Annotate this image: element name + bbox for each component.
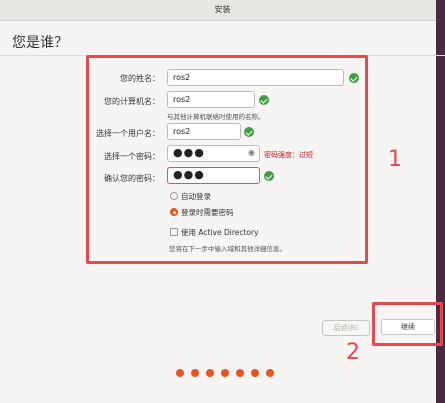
annotation-box-1 xyxy=(86,55,368,264)
window-title: 安装 xyxy=(214,5,231,14)
progress-dot xyxy=(266,369,274,377)
back-button[interactable]: 后退(B) xyxy=(322,320,370,336)
window-titlebar: 安装 xyxy=(0,0,445,21)
progress-dot xyxy=(191,369,199,377)
progress-dot xyxy=(221,369,229,377)
progress-dot xyxy=(251,369,259,377)
annotation-number-1: 1 xyxy=(388,147,402,172)
page-title: 您是谁？ xyxy=(12,35,68,51)
annotation-number-2: 2 xyxy=(346,340,360,365)
progress-dot xyxy=(176,369,184,377)
annotation-box-2 xyxy=(372,302,443,346)
progress-dot xyxy=(236,369,244,377)
progress-dot xyxy=(206,369,214,377)
